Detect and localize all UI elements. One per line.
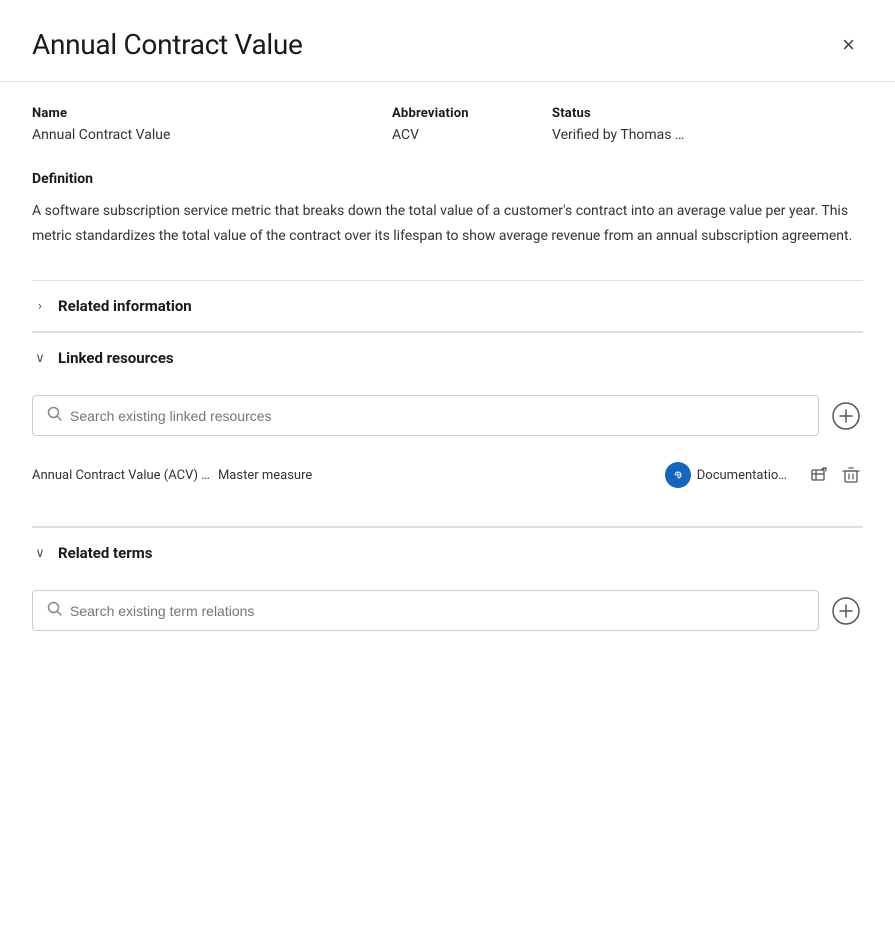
definition-text: A software subscription service metric t… bbox=[32, 199, 863, 248]
related-terms-content bbox=[32, 578, 863, 659]
main-panel: Annual Contract Value × Name Annual Cont… bbox=[0, 0, 895, 935]
resource-actions bbox=[807, 463, 863, 487]
related-information-chevron: › bbox=[32, 299, 48, 314]
related-information-header[interactable]: › Related information bbox=[32, 280, 863, 331]
linked-resources-add-button[interactable] bbox=[829, 399, 863, 433]
fields-row: Name Annual Contract Value Abbreviation … bbox=[32, 106, 863, 143]
resource-link-text: Documentatio… bbox=[697, 468, 787, 483]
related-terms-add-button[interactable] bbox=[829, 594, 863, 628]
linked-resources-search-icon bbox=[47, 406, 62, 425]
linked-resources-chevron: ∨ bbox=[32, 351, 48, 366]
panel-body: Name Annual Contract Value Abbreviation … bbox=[0, 82, 895, 699]
related-terms-search-box[interactable] bbox=[32, 590, 819, 631]
close-button[interactable]: × bbox=[834, 30, 863, 60]
status-label: Status bbox=[552, 106, 863, 121]
name-field: Name Annual Contract Value bbox=[32, 106, 392, 143]
name-value: Annual Contract Value bbox=[32, 127, 392, 143]
resource-link: Documentatio… bbox=[665, 462, 787, 488]
related-terms-title: Related terms bbox=[58, 544, 152, 562]
resource-new-tab-button[interactable] bbox=[807, 463, 831, 487]
related-terms-search-input[interactable] bbox=[70, 603, 804, 619]
linked-resources-search-input[interactable] bbox=[70, 408, 804, 424]
linked-resources-search-row bbox=[32, 395, 863, 436]
abbreviation-field: Abbreviation ACV bbox=[392, 106, 552, 143]
linked-resources-header[interactable]: ∨ Linked resources bbox=[32, 332, 863, 383]
abbreviation-value: ACV bbox=[392, 127, 552, 143]
abbreviation-label: Abbreviation bbox=[392, 106, 552, 121]
related-terms-search-row bbox=[32, 590, 863, 631]
resource-row: Annual Contract Value (ACV) … Master mea… bbox=[32, 452, 863, 498]
related-terms-header[interactable]: ∨ Related terms bbox=[32, 527, 863, 578]
definition-label: Definition bbox=[32, 171, 863, 187]
linked-resources-content: Annual Contract Value (ACV) … Master mea… bbox=[32, 383, 863, 510]
panel-title: Annual Contract Value bbox=[32, 28, 303, 61]
resource-name: Annual Contract Value (ACV) … bbox=[32, 468, 210, 483]
resource-delete-button[interactable] bbox=[839, 463, 863, 487]
related-information-title: Related information bbox=[58, 297, 192, 315]
related-terms-chevron: ∨ bbox=[32, 546, 48, 561]
related-terms-section: ∨ Related terms bbox=[32, 526, 863, 675]
linked-resources-title: Linked resources bbox=[58, 349, 174, 367]
resource-link-icon bbox=[665, 462, 691, 488]
definition-section: Definition A software subscription servi… bbox=[32, 171, 863, 248]
linked-resources-section: ∨ Linked resources bbox=[32, 331, 863, 526]
status-value: Verified by Thomas … bbox=[552, 127, 863, 143]
status-field: Status Verified by Thomas … bbox=[552, 106, 863, 143]
related-terms-search-icon bbox=[47, 601, 62, 620]
resource-type: Master measure bbox=[218, 468, 312, 483]
panel-header: Annual Contract Value × bbox=[0, 0, 895, 82]
linked-resources-search-box[interactable] bbox=[32, 395, 819, 436]
name-label: Name bbox=[32, 106, 392, 121]
